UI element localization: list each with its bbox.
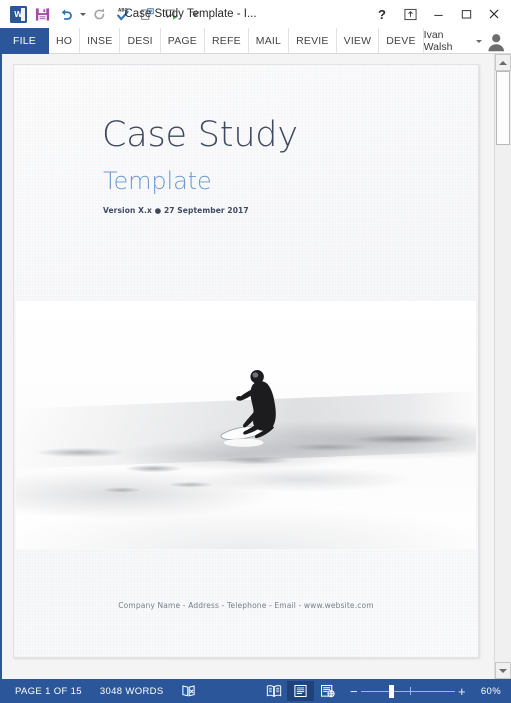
quick-access-toolbar: W ABC xyxy=(0,3,206,25)
tab-view[interactable]: VIEW xyxy=(337,28,380,54)
zoom-out-button[interactable]: − xyxy=(347,685,361,698)
scrollbar-thumb[interactable] xyxy=(496,71,510,145)
undo-dropdown-caret-icon[interactable] xyxy=(80,12,86,16)
tab-references[interactable]: REFE xyxy=(205,28,249,54)
view-print-layout-button[interactable] xyxy=(287,681,314,701)
account-dropdown-caret-icon[interactable] xyxy=(475,39,482,43)
scroll-up-arrow-icon[interactable] xyxy=(495,54,511,71)
account-area[interactable]: Ivan Walsh xyxy=(424,28,511,54)
zoom-slider-tick xyxy=(409,687,411,695)
zoom-in-button[interactable]: + xyxy=(455,685,469,698)
photo-surfer-figure xyxy=(220,369,276,447)
status-bar: PAGE 1 OF 15 3048 WORDS − + 60% xyxy=(0,679,511,703)
word-application-window: W ABC Case Study Template - I... ? FILE … xyxy=(0,0,511,703)
tab-design[interactable]: DESI xyxy=(120,28,161,54)
vertical-scrollbar[interactable] xyxy=(494,54,511,679)
scrollbar-track[interactable] xyxy=(495,71,511,662)
ribbon-tab-strip: FILE HO INSE DESI PAGE REFE MAIL REVIE V… xyxy=(0,28,511,54)
save-icon[interactable] xyxy=(31,3,53,25)
document-subtitle: Template xyxy=(103,167,212,195)
close-button[interactable] xyxy=(480,1,508,27)
document-workspace: Case Study Template Version X.x ● 27 Sep… xyxy=(0,54,511,679)
window-controls: ? xyxy=(368,1,511,27)
account-user-name: Ivan Walsh xyxy=(423,29,453,53)
zoom-slider[interactable] xyxy=(361,684,455,698)
document-version-line: Version X.x ● 27 September 2017 xyxy=(103,206,249,215)
avatar[interactable] xyxy=(486,30,506,52)
tab-insert[interactable]: INSE xyxy=(80,28,121,54)
document-title: Case Study xyxy=(102,115,298,155)
zoom-slider-handle[interactable] xyxy=(389,685,395,698)
view-web-layout-button[interactable] xyxy=(314,681,341,701)
tab-mailings[interactable]: MAIL xyxy=(249,28,290,54)
title-bar: W ABC Case Study Template - I... ? xyxy=(0,0,511,28)
document-canvas[interactable]: Case Study Template Version X.x ● 27 Sep… xyxy=(0,54,494,679)
document-page[interactable]: Case Study Template Version X.x ● 27 Sep… xyxy=(13,64,479,658)
document-footer: Company Name - Address - Telephone - Ema… xyxy=(118,601,374,610)
minimize-button[interactable] xyxy=(424,1,452,27)
zoom-control[interactable]: − + 60% xyxy=(341,684,505,698)
cover-photo-surfer xyxy=(16,301,476,549)
view-read-mode-button[interactable] xyxy=(260,681,287,701)
zoom-level-label[interactable]: 60% xyxy=(469,686,505,697)
tab-file[interactable]: FILE xyxy=(0,28,49,54)
customize-qat-caret-icon[interactable] xyxy=(184,3,206,25)
help-button[interactable]: ? xyxy=(368,1,396,27)
undo-icon[interactable] xyxy=(55,3,77,25)
svg-text:ABC: ABC xyxy=(118,7,128,12)
page-indicator[interactable]: PAGE 1 OF 15 xyxy=(6,679,91,703)
tab-developer[interactable]: DEVE xyxy=(379,28,424,54)
word-logo-icon: W xyxy=(7,3,29,25)
print-preview-icon[interactable] xyxy=(136,3,158,25)
proofing-errors-icon[interactable] xyxy=(173,679,204,703)
tab-review[interactable]: REVIE xyxy=(289,28,337,54)
tab-page-layout[interactable]: PAGE xyxy=(161,28,205,54)
spelling-grammar-icon[interactable]: ABC xyxy=(112,3,134,25)
ribbon-display-options-icon[interactable] xyxy=(396,1,424,27)
zoom-slider-track xyxy=(361,690,455,692)
redo-icon[interactable] xyxy=(88,3,110,25)
tab-home[interactable]: HO xyxy=(49,28,81,54)
start-inking-icon[interactable] xyxy=(160,3,182,25)
restore-button[interactable] xyxy=(452,1,480,27)
scroll-down-arrow-icon[interactable] xyxy=(495,662,511,679)
word-count[interactable]: 3048 WORDS xyxy=(91,679,173,703)
